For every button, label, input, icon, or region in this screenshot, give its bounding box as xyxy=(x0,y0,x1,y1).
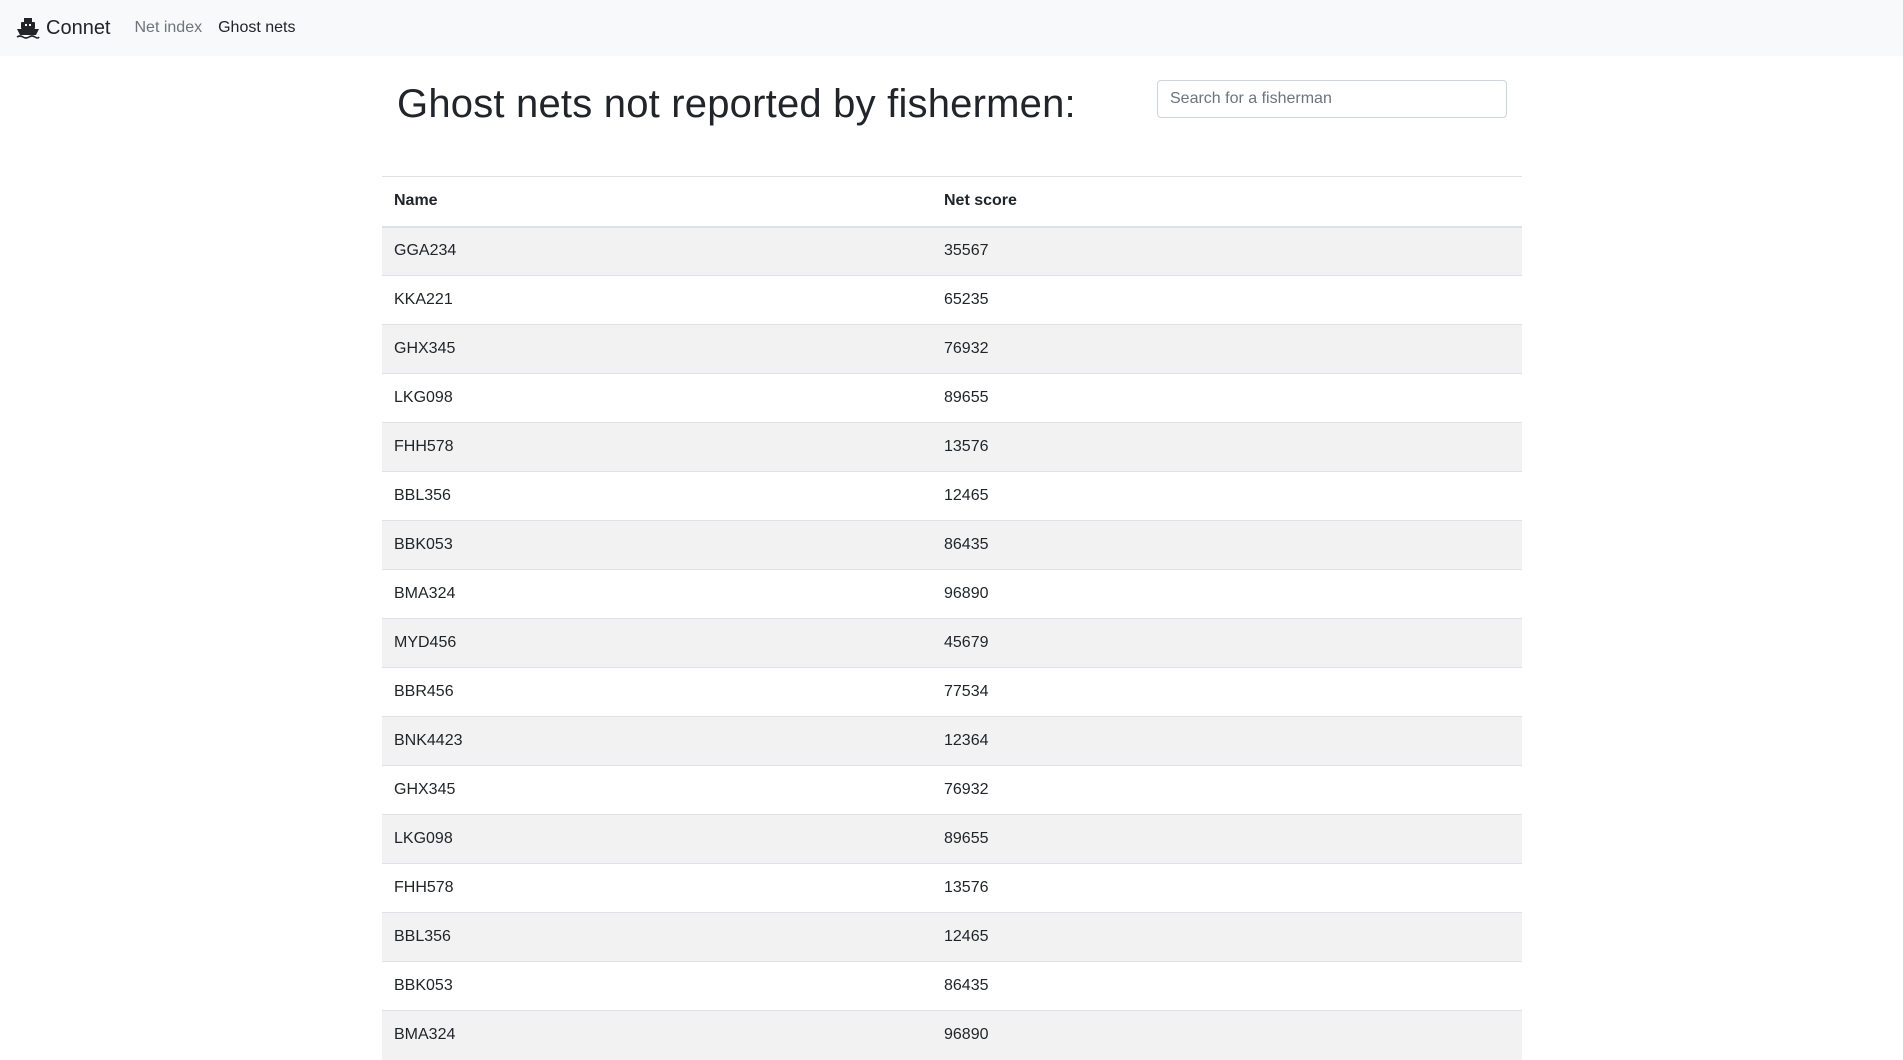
table-row: LKG098 89655 xyxy=(382,814,1522,864)
table-row: KKA221 65235 xyxy=(382,275,1522,325)
cell-net-score: 12465 xyxy=(932,471,1522,521)
cell-name: GHX345 xyxy=(382,765,932,815)
cell-name: GGA234 xyxy=(382,226,932,276)
table-row: BBK053 86435 xyxy=(382,520,1522,570)
cell-name: MYD456 xyxy=(382,618,932,668)
table-row: BBK053 86435 xyxy=(382,961,1522,1011)
table-row: BBR456 77534 xyxy=(382,667,1522,717)
cell-name: BMA324 xyxy=(382,569,932,619)
cell-name: KKA221 xyxy=(382,275,932,325)
page-header: Ghost nets not reported by fishermen: xyxy=(382,56,1522,176)
cell-net-score: 65235 xyxy=(932,275,1522,325)
table-row: BNK4423 12364 xyxy=(382,716,1522,766)
nav-link-net-index[interactable]: Net index xyxy=(135,19,203,37)
cell-name: GHX345 xyxy=(382,324,932,374)
table-row: BMA324 96890 xyxy=(382,1010,1522,1060)
brand-link[interactable]: Connet xyxy=(16,17,111,40)
table-row: FHH578 13576 xyxy=(382,422,1522,472)
cell-net-score: 96890 xyxy=(932,1010,1522,1060)
cell-name: BNK4423 xyxy=(382,716,932,766)
table-row: MYD456 45679 xyxy=(382,618,1522,668)
ship-icon xyxy=(16,17,40,39)
table-row: LKG098 89655 xyxy=(382,373,1522,423)
table-row: BBL356 12465 xyxy=(382,912,1522,962)
ghost-nets-table: Name Net score GGA234 35567 KKA221 65235 GHX… xyxy=(382,176,1522,1060)
table-row: BBL356 12465 xyxy=(382,471,1522,521)
cell-net-score: 35567 xyxy=(932,226,1522,276)
cell-net-score: 76932 xyxy=(932,324,1522,374)
cell-net-score: 86435 xyxy=(932,520,1522,570)
top-navbar: Connet Net index Ghost nets xyxy=(0,0,1903,56)
cell-name: BBK053 xyxy=(382,961,932,1011)
cell-net-score: 86435 xyxy=(932,961,1522,1011)
cell-name: BBR456 xyxy=(382,667,932,717)
cell-net-score: 12465 xyxy=(932,912,1522,962)
table-header-row: Name Net score xyxy=(382,176,1522,228)
cell-net-score: 89655 xyxy=(932,814,1522,864)
brand-label: Connet xyxy=(46,16,111,39)
cell-net-score: 89655 xyxy=(932,373,1522,423)
main-container: Ghost nets not reported by fishermen: Na… xyxy=(382,56,1522,1060)
cell-name: LKG098 xyxy=(382,814,932,864)
cell-net-score: 13576 xyxy=(932,863,1522,913)
cell-net-score: 96890 xyxy=(932,569,1522,619)
page-title: Ghost nets not reported by fishermen: xyxy=(397,82,1076,126)
table-row: GGA234 35567 xyxy=(382,226,1522,276)
column-header-name: Name xyxy=(382,176,932,228)
nav-link-ghost-nets[interactable]: Ghost nets xyxy=(218,19,295,37)
cell-name: LKG098 xyxy=(382,373,932,423)
table-row: GHX345 76932 xyxy=(382,324,1522,374)
table-row: FHH578 13576 xyxy=(382,863,1522,913)
cell-name: FHH578 xyxy=(382,863,932,913)
cell-net-score: 13576 xyxy=(932,422,1522,472)
table-row: GHX345 76932 xyxy=(382,765,1522,815)
fisherman-search-input[interactable] xyxy=(1157,80,1507,118)
cell-name: BBL356 xyxy=(382,912,932,962)
cell-name: BMA324 xyxy=(382,1010,932,1060)
cell-name: FHH578 xyxy=(382,422,932,472)
cell-name: BBL356 xyxy=(382,471,932,521)
table-row: BMA324 96890 xyxy=(382,569,1522,619)
cell-name: BBK053 xyxy=(382,520,932,570)
cell-net-score: 76932 xyxy=(932,765,1522,815)
cell-net-score: 12364 xyxy=(932,716,1522,766)
cell-net-score: 45679 xyxy=(932,618,1522,668)
table-body: GGA234 35567 KKA221 65235 GHX345 76932 LKG098 8… xyxy=(382,226,1522,1060)
cell-net-score: 77534 xyxy=(932,667,1522,717)
column-header-net-score: Net score xyxy=(932,176,1522,228)
